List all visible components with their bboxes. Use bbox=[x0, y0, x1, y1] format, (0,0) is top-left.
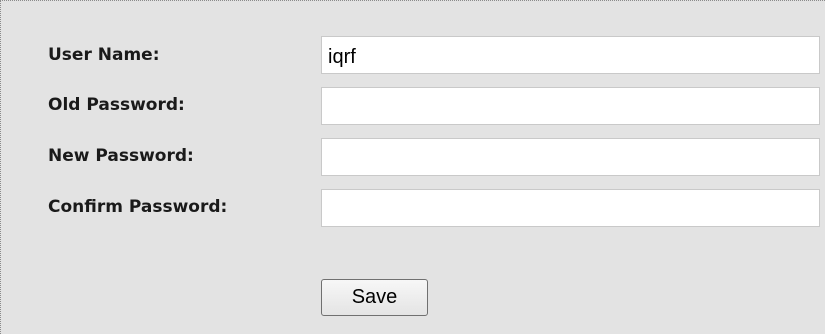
new-password-input[interactable] bbox=[321, 138, 820, 176]
username-label: User Name: bbox=[48, 45, 160, 65]
change-password-panel: User Name: Old Password: New Password: C… bbox=[0, 0, 825, 334]
new-password-label: New Password: bbox=[48, 146, 194, 166]
confirm-password-label: Confirm Password: bbox=[48, 197, 228, 217]
save-button[interactable]: Save bbox=[321, 279, 428, 316]
old-password-label: Old Password: bbox=[48, 95, 185, 115]
confirm-password-input[interactable] bbox=[321, 189, 820, 227]
old-password-input[interactable] bbox=[321, 87, 820, 125]
username-input[interactable] bbox=[321, 36, 820, 74]
